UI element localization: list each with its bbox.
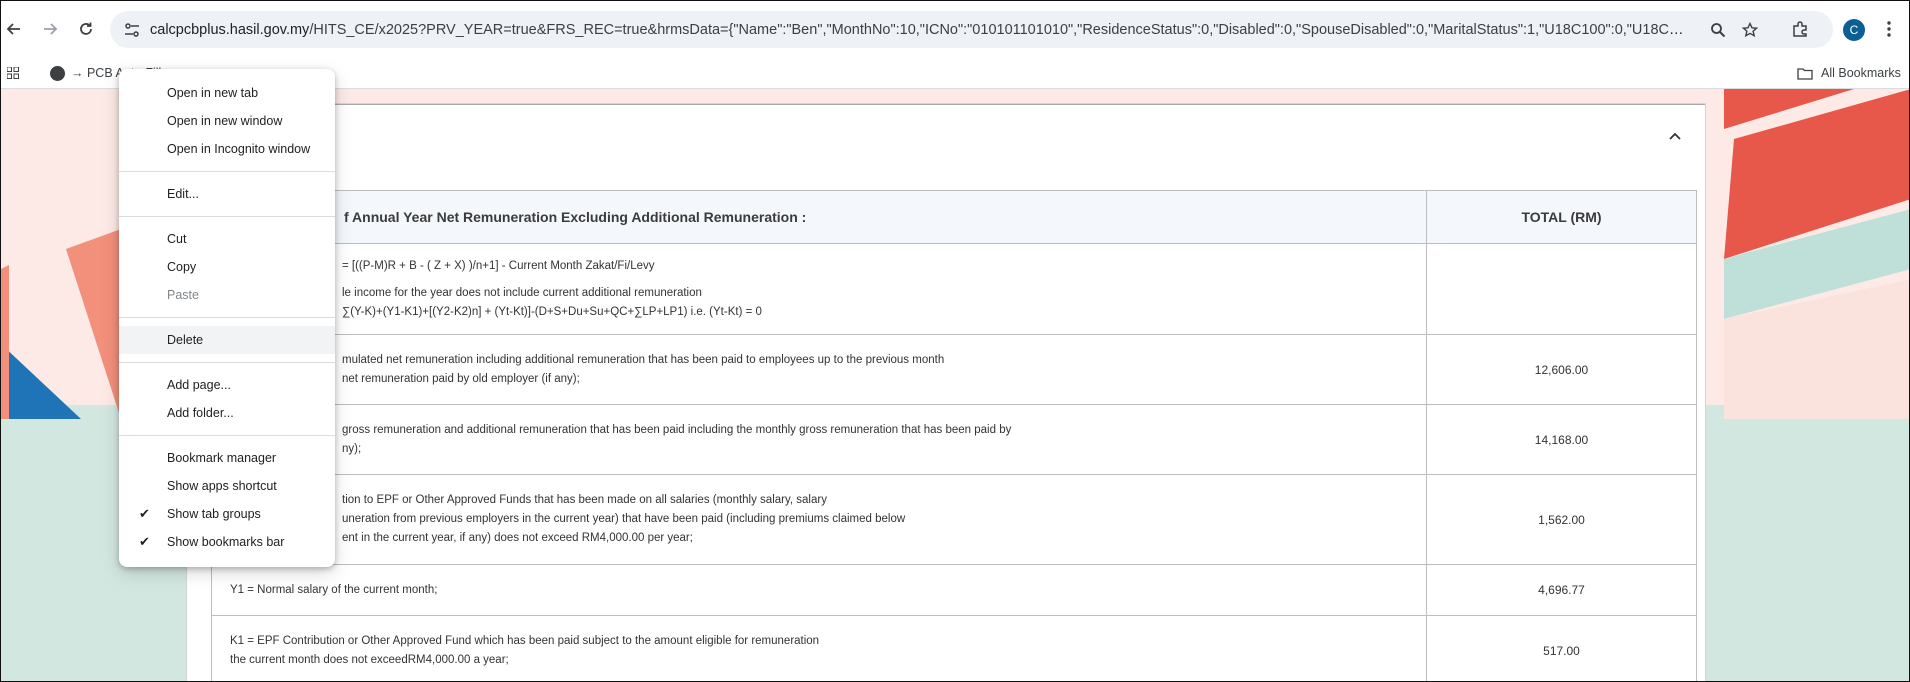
table-row: mulated net remuneration including addit… [211, 334, 1697, 405]
row-line: ny); [342, 442, 362, 455]
kebab-menu-icon[interactable] [1877, 17, 1901, 41]
table-header-description: f Annual Year Net Remuneration Excluding… [211, 190, 1427, 244]
row-line: ent in the current year, if any) does no… [342, 532, 693, 544]
checkmark-icon: ✔ [139, 506, 150, 521]
menu-divider [119, 435, 335, 436]
url-path: /HITS_CE/x2025?PRV_YEAR=true&FRS_REC=tru… [309, 22, 1690, 38]
globe-icon [50, 65, 65, 81]
menu-divider [119, 216, 335, 217]
row-line: the current month does not exceedRM4,000… [230, 653, 509, 666]
row-total: 4,696.77 [1426, 564, 1697, 616]
menu-add-folder[interactable]: Add folder... [119, 399, 335, 427]
menu-divider [119, 171, 335, 172]
right-decoration [1724, 89, 1909, 419]
menu-show-bookmarks-bar[interactable]: ✔ Show bookmarks bar [119, 528, 335, 556]
reload-icon[interactable] [73, 16, 99, 42]
forward-arrow-icon[interactable] [37, 16, 63, 42]
row-line: uneration from previous employers in the… [342, 513, 906, 525]
row-line: mulated net remuneration including addit… [342, 353, 945, 366]
menu-paste: Paste [167, 288, 199, 302]
row-description: gross remuneration and additional remune… [211, 404, 1427, 475]
profile-avatar[interactable]: C [1843, 19, 1865, 41]
row-line: ∑(Y-K)+(Y1-K1)+[(Y2-K2)n] + (Yt-Kt)]-(D+… [342, 305, 762, 318]
row-total: 12,606.00 [1426, 334, 1697, 405]
address-bar[interactable]: calcpcbplus.hasil.gov.my/HITS_CE/x2025?P… [110, 11, 1833, 48]
all-bookmarks-folder[interactable]: All Bookmarks [1797, 63, 1901, 83]
chevron-up-icon[interactable] [1665, 126, 1685, 146]
apps-grid-icon[interactable] [7, 63, 19, 83]
row-line: = [((P-M)R + B - ( Z + X) )/n+1] - Curre… [342, 259, 655, 272]
zoom-icon[interactable] [1707, 19, 1729, 41]
menu-cut[interactable]: Cut [119, 225, 335, 253]
bookmark-context-menu: Open in new tab Open in new window Open … [119, 69, 335, 567]
row-total: 1,562.00 [1426, 474, 1697, 565]
row-line: tion to EPF or Other Approved Funds that… [342, 494, 827, 506]
all-bookmarks-label: All Bookmarks [1821, 66, 1901, 80]
menu-open-new-tab[interactable]: Open in new tab [119, 79, 335, 107]
row-line: le income for the year does not include … [342, 286, 702, 299]
row-line: net remuneration paid by old employer (i… [342, 372, 580, 385]
menu-open-new-window[interactable]: Open in new window [119, 107, 335, 135]
menu-delete[interactable]: Delete [119, 326, 335, 354]
card-top-border [187, 104, 1705, 105]
table-row: = [((P-M)R + B - ( Z + X) )/n+1] - Curre… [211, 243, 1697, 335]
table-row: Y1 = Normal salary of the current month;… [211, 564, 1697, 616]
calculation-card: f Annual Year Net Remuneration Excluding… [186, 103, 1706, 681]
table-row: K1 = EPF Contribution or Other Approved … [211, 615, 1697, 681]
menu-divider [119, 362, 335, 363]
menu-copy[interactable]: Copy [119, 253, 335, 281]
row-line: K1 = EPF Contribution or Other Approved … [230, 634, 820, 647]
row-total: 14,168.00 [1426, 404, 1697, 475]
menu-open-incognito[interactable]: Open in Incognito window [119, 135, 335, 163]
row-description: K1 = EPF Contribution or Other Approved … [211, 615, 1427, 681]
menu-divider [119, 317, 335, 318]
menu-edit[interactable]: Edit... [119, 180, 335, 208]
row-line: gross remuneration and additional remune… [342, 423, 1012, 436]
menu-bookmark-manager[interactable]: Bookmark manager [119, 444, 335, 472]
checkmark-icon: ✔ [139, 534, 150, 549]
remuneration-table: f Annual Year Net Remuneration Excluding… [211, 190, 1697, 681]
menu-label: Show tab groups [167, 507, 261, 521]
site-info-icon[interactable] [123, 21, 141, 39]
menu-show-apps-shortcut[interactable]: Show apps shortcut [119, 472, 335, 500]
table-row: tion to EPF or Other Approved Funds that… [211, 474, 1697, 565]
table-header-total: TOTAL (RM) [1426, 190, 1697, 244]
bookmark-star-icon[interactable] [1739, 19, 1761, 41]
back-arrow-icon[interactable] [1, 16, 27, 42]
table-row: gross remuneration and additional remune… [211, 404, 1697, 475]
url-text[interactable]: calcpcbplus.hasil.gov.my/HITS_CE/x2025?P… [150, 20, 1690, 40]
row-total: 517.00 [1426, 615, 1697, 681]
extensions-icon[interactable] [1788, 17, 1812, 41]
row-total [1426, 243, 1697, 335]
row-description: tion to EPF or Other Approved Funds that… [211, 474, 1427, 565]
folder-icon [1797, 67, 1813, 80]
screen: calcpcbplus.hasil.gov.my/HITS_CE/x2025?P… [0, 0, 1910, 682]
row-description: Y1 = Normal salary of the current month; [211, 564, 1427, 616]
menu-show-tab-groups[interactable]: ✔ Show tab groups [119, 500, 335, 528]
row-line: Y1 = Normal salary of the current month; [230, 583, 438, 596]
row-description: = [((P-M)R + B - ( Z + X) )/n+1] - Curre… [211, 243, 1427, 335]
row-description: mulated net remuneration including addit… [211, 334, 1427, 405]
browser-toolbar: calcpcbplus.hasil.gov.my/HITS_CE/x2025?P… [1, 1, 1909, 59]
url-host: calcpcbplus.hasil.gov.my [150, 22, 310, 38]
menu-label: Show bookmarks bar [167, 535, 285, 549]
menu-add-page[interactable]: Add page... [119, 371, 335, 399]
